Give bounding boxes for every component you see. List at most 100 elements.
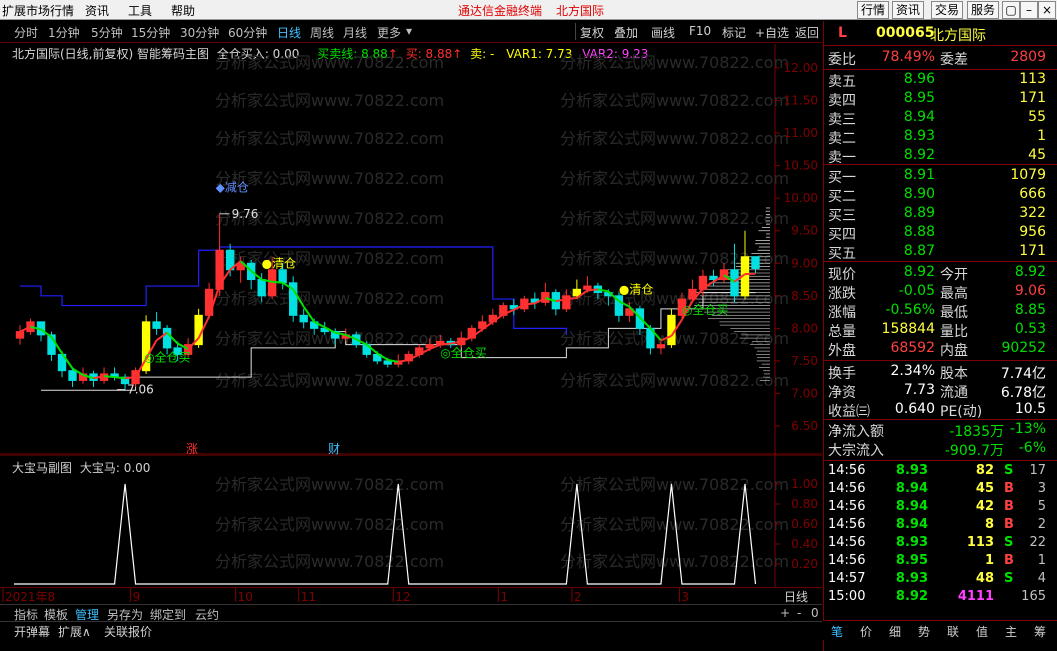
quote-code: 000065 xyxy=(876,25,934,41)
extend-toggle[interactable]: 扩展∧ xyxy=(58,623,91,640)
ma-segment xyxy=(524,303,535,304)
news-button[interactable]: 资讯 xyxy=(892,1,924,19)
period-60min[interactable]: 60分钟 xyxy=(228,24,267,41)
quote-tab-3[interactable]: 势 xyxy=(918,623,930,640)
fundamental-row: 换手 2.34% 股本 7.74亿 xyxy=(824,363,1054,382)
tick-count: 5 xyxy=(1038,499,1046,514)
fundamental-label: 收益㈢ xyxy=(828,401,870,421)
window-menu-icon[interactable]: ▢ xyxy=(1002,1,1020,19)
ask-label: 卖二 xyxy=(828,128,856,148)
flow-value: -1835万 xyxy=(949,421,1004,441)
menu-tools[interactable]: 工具 xyxy=(128,2,152,19)
bid-volume: 1079 xyxy=(1010,167,1046,183)
ask-label: 卖三 xyxy=(828,109,856,129)
quote-tab-2[interactable]: 细 xyxy=(889,623,901,640)
menu-extended-market[interactable]: 扩展市场行情 xyxy=(2,2,74,19)
fundamental-value: 6.78亿 xyxy=(1001,382,1046,402)
bid-row[interactable]: 买一 8.91 1079 xyxy=(824,167,1054,186)
period-30min[interactable]: 30分钟 xyxy=(180,24,219,41)
brand-stock: 北方国际 xyxy=(556,2,604,19)
watermark-text: 分析家公式网www.70822.com xyxy=(560,53,789,72)
candle-body xyxy=(69,371,76,381)
tick-price: 8.94 xyxy=(896,499,928,514)
ask-row[interactable]: 卖五 8.96 113 xyxy=(824,71,1054,90)
related-quotes-button[interactable]: 关联报价 xyxy=(104,623,152,640)
close-icon[interactable]: × xyxy=(1038,1,1056,19)
tick-volume: 1 xyxy=(985,553,994,568)
quote-tab-5[interactable]: 值 xyxy=(976,623,988,640)
price-tick-label: 10.00 xyxy=(784,191,818,205)
candlestick-chart[interactable]: 分析家公式网www.70822.com 分析家公式网www.70822.com 分析… xyxy=(0,44,822,455)
price-tick-label: 7.50 xyxy=(791,354,818,368)
tick-side: B xyxy=(1004,553,1014,568)
trade-button[interactable]: 交易 xyxy=(931,1,963,19)
ask-volume: 45 xyxy=(1028,147,1046,163)
minimize-icon[interactable]: – xyxy=(1020,1,1038,19)
period-daily[interactable]: 日线 xyxy=(277,24,301,41)
clear-position-label: ●清仓 xyxy=(262,256,296,270)
chevron-down-icon[interactable]: ▾ xyxy=(406,24,412,38)
candle-body xyxy=(573,289,580,296)
time-tick-label: 2021年8 xyxy=(5,590,55,604)
quote-tab-1[interactable]: 价 xyxy=(860,623,872,640)
tick-count: 2 xyxy=(1038,517,1046,532)
candle-body xyxy=(384,361,391,364)
candle-body xyxy=(258,280,265,296)
stat-label: 最高 xyxy=(940,283,968,303)
period-15min[interactable]: 15分钟 xyxy=(131,24,170,41)
quote-tab-0[interactable]: 笔 xyxy=(831,623,843,640)
ma-segment xyxy=(272,282,283,283)
add-watchlist-button[interactable]: +自选 xyxy=(755,24,789,41)
zoom-reset-icon[interactable]: 0 xyxy=(811,606,819,620)
quote-tab-6[interactable]: 主 xyxy=(1005,623,1017,640)
service-button[interactable]: 服务 xyxy=(967,1,999,19)
stat-label: 外盘 xyxy=(828,340,856,360)
bid-label: 买四 xyxy=(828,224,856,244)
adjust-button[interactable]: 复权 xyxy=(580,24,604,41)
menu-help[interactable]: 帮助 xyxy=(171,2,195,19)
time-tick-label: 12 xyxy=(395,590,410,604)
bid-row[interactable]: 买二 8.90 666 xyxy=(824,186,1054,205)
period-monthly[interactable]: 月线 xyxy=(343,24,367,41)
time-tick-label: 9 xyxy=(133,590,141,604)
draw-line-button[interactable]: 画线 xyxy=(651,24,675,41)
ask-row[interactable]: 卖二 8.93 1 xyxy=(824,128,1054,147)
bid-price: 8.90 xyxy=(904,186,935,202)
bid-row[interactable]: 买五 8.87 171 xyxy=(824,243,1054,262)
danmaku-toggle[interactable]: 开弹幕 xyxy=(14,623,50,640)
f10-button[interactable]: F10 xyxy=(689,24,711,38)
quote-tab-7[interactable]: 筹 xyxy=(1034,623,1046,640)
fundamental-value: 2.34% xyxy=(891,363,935,379)
overlay-button[interactable]: 叠加 xyxy=(614,24,638,41)
tick-time: 14:57 xyxy=(828,571,865,586)
quote-button[interactable]: 行情 xyxy=(857,1,889,19)
ask-volume: 171 xyxy=(1019,90,1046,106)
ma-segment xyxy=(440,344,451,345)
period-intraday[interactable]: 分时 xyxy=(14,24,38,41)
tick-volume: 45 xyxy=(976,481,994,496)
bid-row[interactable]: 买三 8.89 322 xyxy=(824,205,1054,224)
tick-time: 14:56 xyxy=(828,553,865,568)
tick-price: 8.93 xyxy=(896,571,928,586)
watermark-text: 分析家公式网www.70822.com xyxy=(215,475,444,494)
tick-price: 8.94 xyxy=(896,481,928,496)
period-weekly[interactable]: 周线 xyxy=(310,24,334,41)
watermark-text: 分析家公式网www.70822.com xyxy=(560,552,789,571)
mark-button[interactable]: 标记 xyxy=(722,24,746,41)
period-5min[interactable]: 5分钟 xyxy=(91,24,123,41)
stat-row: 涨幅 -0.56% 最低 8.85 xyxy=(824,302,1054,321)
period-1min[interactable]: 1分钟 xyxy=(48,24,80,41)
bid-row[interactable]: 买四 8.88 956 xyxy=(824,224,1054,243)
sub-tick-label: 0.60 xyxy=(791,517,818,531)
period-more[interactable]: 更多 xyxy=(377,24,401,41)
ask-row[interactable]: 卖四 8.95 171 xyxy=(824,90,1054,109)
menu-news[interactable]: 资讯 xyxy=(85,2,109,19)
back-button[interactable]: 返回 xyxy=(795,24,819,41)
ask-row[interactable]: 卖三 8.94 55 xyxy=(824,109,1054,128)
candle-body xyxy=(300,315,307,322)
tick-volume: 8 xyxy=(985,517,994,532)
tick-row: 14:56 8.95 1 B 1 xyxy=(824,553,1054,571)
zoom-out-icon[interactable]: - xyxy=(797,606,801,620)
quote-tab-4[interactable]: 联 xyxy=(947,623,959,640)
zoom-in-icon[interactable]: + xyxy=(780,606,790,620)
